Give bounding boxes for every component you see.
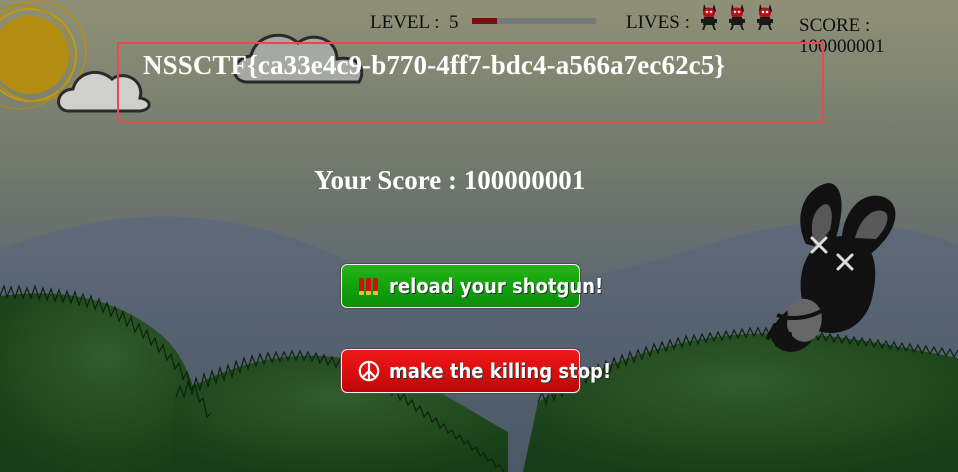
final-score-text: Your Score : 100000001 (314, 165, 586, 195)
rabbit-life-icon (701, 4, 717, 30)
lives-label: LIVES : (626, 12, 690, 33)
rabbit-life-icon (729, 4, 745, 30)
lives-icons (696, 1, 782, 31)
flag-text: NSSCTF{ca33e4c9-b770-4ff7-bdc4-a566a7ec6… (143, 50, 726, 80)
peace-sign-icon (358, 360, 380, 382)
score-label: SCORE : (799, 15, 871, 36)
shotgun-shells-icon (359, 278, 378, 295)
level-label: LEVEL : (370, 12, 440, 33)
level-progress-bar (472, 18, 596, 24)
rabbit-life-icon (757, 4, 773, 30)
level-progress-fill (472, 18, 497, 24)
game-screen: LEVEL : 5 LIVES : SCORE : 100000001 NSSC… (0, 0, 958, 472)
reload-button-label: reload your shotgun! (389, 274, 604, 298)
stop-button-label: make the killing stop! (389, 359, 612, 383)
level-value: 5 (449, 12, 459, 33)
stop-button[interactable]: make the killing stop! (341, 349, 611, 393)
reload-button[interactable]: reload your shotgun! (341, 264, 603, 308)
